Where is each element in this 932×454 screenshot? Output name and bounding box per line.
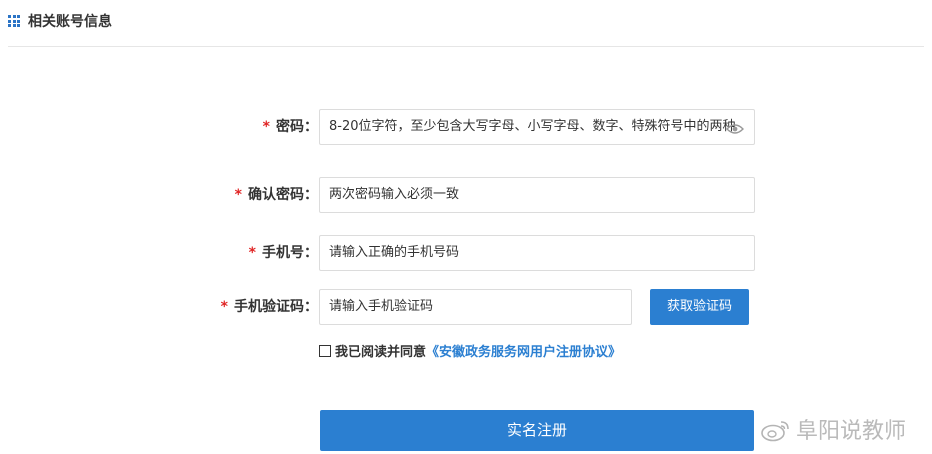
section-header: 相关账号信息 bbox=[8, 0, 924, 47]
sms-code-label: * 手机验证码： bbox=[220, 299, 318, 315]
agreement-text: 我已阅读并同意 bbox=[335, 345, 427, 360]
watermark: 阜阳说教师 bbox=[760, 418, 906, 446]
confirm-password-input[interactable]: 两次密码输入必须一致 bbox=[319, 177, 755, 213]
phone-placeholder: 请输入正确的手机号码 bbox=[329, 245, 460, 260]
section-title: 相关账号信息 bbox=[28, 14, 112, 30]
sms-code-input[interactable]: 请输入手机验证码 bbox=[319, 289, 632, 325]
phone-label: * 手机号： bbox=[248, 245, 318, 261]
get-code-button[interactable]: 获取验证码 bbox=[650, 289, 749, 325]
required-mark: * bbox=[220, 299, 228, 315]
password-placeholder: 8-20位字符，至少包含大写字母、小写字母、数字、特殊符号中的两种 bbox=[329, 119, 736, 134]
password-label: * 密码： bbox=[262, 119, 318, 135]
grid-icon bbox=[8, 15, 20, 27]
register-button[interactable]: 实名注册 bbox=[320, 410, 754, 451]
confirm-password-label: * 确认密码： bbox=[234, 187, 318, 203]
required-mark: * bbox=[234, 187, 242, 203]
agreement-checkbox[interactable] bbox=[319, 345, 331, 357]
eye-icon[interactable] bbox=[726, 123, 744, 135]
watermark-text: 阜阳说教师 bbox=[796, 419, 907, 444]
agreement-link[interactable]: 《安徽政务服务网用户注册协议》 bbox=[426, 345, 621, 360]
required-mark: * bbox=[262, 119, 270, 135]
required-mark: * bbox=[248, 245, 256, 261]
phone-input[interactable]: 请输入正确的手机号码 bbox=[319, 235, 755, 271]
password-input[interactable]: 8-20位字符，至少包含大写字母、小写字母、数字、特殊符号中的两种 bbox=[319, 109, 755, 145]
agreement-row: 我已阅读并同意《安徽政务服务网用户注册协议》 bbox=[319, 344, 621, 362]
weibo-icon bbox=[761, 421, 789, 442]
sms-code-placeholder: 请输入手机验证码 bbox=[329, 299, 434, 314]
confirm-password-placeholder: 两次密码输入必须一致 bbox=[329, 187, 460, 202]
